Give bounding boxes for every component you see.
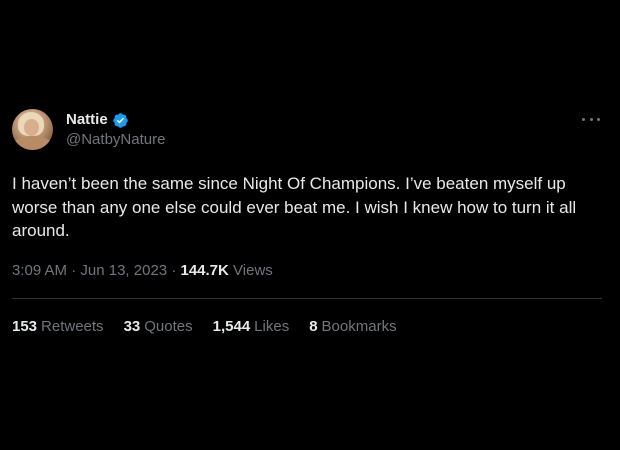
likes-label: Likes — [254, 318, 290, 335]
views-count: 144.7K — [180, 262, 229, 279]
more-dot — [582, 117, 585, 121]
avatar-face — [24, 119, 39, 136]
verified-badge-icon — [112, 112, 128, 128]
author-avatar[interactable] — [12, 109, 53, 150]
more-options-icon[interactable] — [582, 112, 600, 126]
author-handle[interactable]: @NatbyNature — [66, 131, 165, 149]
retweets-stat[interactable]: 153 Retweets — [12, 318, 104, 336]
bookmarks-count: 8 — [309, 318, 318, 335]
meta-separator: · — [71, 262, 81, 279]
bookmarks-label: Bookmarks — [321, 318, 397, 335]
quotes-count: 33 — [123, 318, 141, 335]
tweet-card: Nattie @NatbyNature I haven’t been the s… — [0, 0, 620, 450]
avatar-shoulder — [12, 136, 53, 150]
likes-count: 1,544 — [212, 318, 251, 335]
tweet-meta: 3:09 AM · Jun 13, 2023 · 144.7K Views — [12, 262, 273, 280]
author-name-row[interactable]: Nattie — [66, 110, 129, 130]
tweet-time[interactable]: 3:09 AM — [12, 262, 67, 279]
tweet-text: I haven’t been the same since Night Of C… — [12, 174, 581, 240]
engagement-stats: 153 Retweets 33 Quotes 1,544 Likes 8 Boo… — [12, 318, 417, 336]
divider — [12, 298, 602, 299]
bookmarks-stat[interactable]: 8 Bookmarks — [309, 318, 396, 336]
retweets-count: 153 — [12, 318, 38, 335]
likes-stat[interactable]: 1,544 Likes — [213, 318, 290, 336]
quotes-stat[interactable]: 33 Quotes — [124, 318, 193, 336]
tweet-date[interactable]: Jun 13, 2023 — [80, 262, 167, 279]
more-dot — [589, 117, 593, 121]
more-dot — [597, 117, 600, 121]
retweets-label: Retweets — [41, 318, 104, 335]
author-display-name[interactable]: Nattie — [66, 110, 108, 130]
views-label: Views — [233, 262, 273, 279]
quotes-label: Quotes — [144, 318, 193, 335]
